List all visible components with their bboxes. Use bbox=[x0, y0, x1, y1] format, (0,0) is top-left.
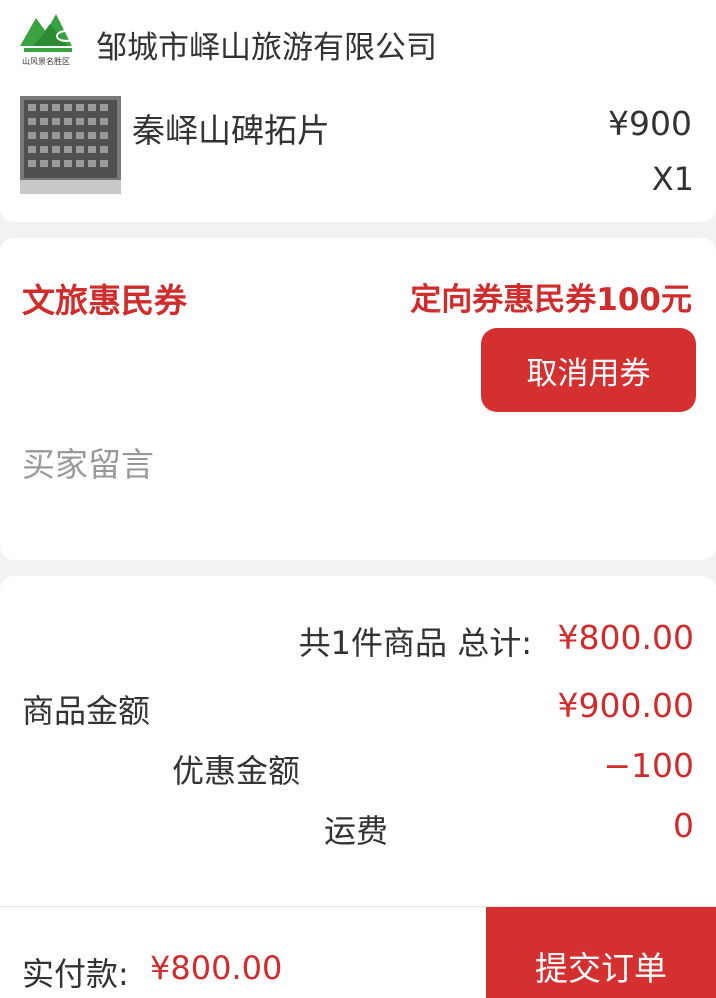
logo-caption: 山风景名胜区 bbox=[22, 57, 70, 66]
amount-paid-label: 实付款: bbox=[22, 955, 129, 993]
discount-amount-label: 优惠金额 bbox=[172, 752, 301, 790]
shipping-fee-label: 运费 bbox=[324, 812, 389, 850]
buyer-note-field[interactable]: 买家留言 bbox=[22, 438, 154, 486]
goods-amount-value: ¥900.00 bbox=[557, 686, 694, 725]
submit-order-button[interactable]: 提交订单 bbox=[486, 907, 716, 998]
cancel-coupon-button[interactable]: 取消用券 bbox=[481, 328, 696, 412]
shop-name[interactable]: 邹城市峄山旅游有限公司 bbox=[96, 22, 437, 67]
shipping-fee-value: 0 bbox=[673, 806, 694, 845]
product-price: ¥900 bbox=[608, 104, 692, 143]
coupon-label: 文旅惠民券 bbox=[22, 281, 187, 320]
total-value: ¥800.00 bbox=[557, 618, 694, 657]
amount-paid-value: ¥800.00 bbox=[150, 949, 283, 987]
coupon-value[interactable]: 定向券惠民券100元 bbox=[410, 274, 692, 319]
shop-card: 山风景名胜区 邹城市峄山旅游有限公司 秦峄山碑拓片 ¥900 X1 bbox=[0, 0, 716, 222]
checkout-bar: 实付款: ¥800.00 提交订单 bbox=[0, 906, 716, 998]
product-quantity: X1 bbox=[651, 160, 694, 198]
coupon-card: 文旅惠民券 定向券惠民券100元 取消用券 买家留言 bbox=[0, 238, 716, 560]
stone-rubbing-thumbnail[interactable] bbox=[20, 96, 121, 194]
discount-amount-value: −100 bbox=[603, 746, 694, 785]
goods-amount-label: 商品金额 bbox=[22, 692, 151, 730]
total-label: 共1件商品 总计: bbox=[298, 624, 532, 662]
order-summary-card: 共1件商品 总计: ¥800.00 商品金额 ¥900.00 优惠金额 −100… bbox=[0, 576, 716, 906]
product-name[interactable]: 秦峄山碑拓片 bbox=[132, 104, 330, 152]
